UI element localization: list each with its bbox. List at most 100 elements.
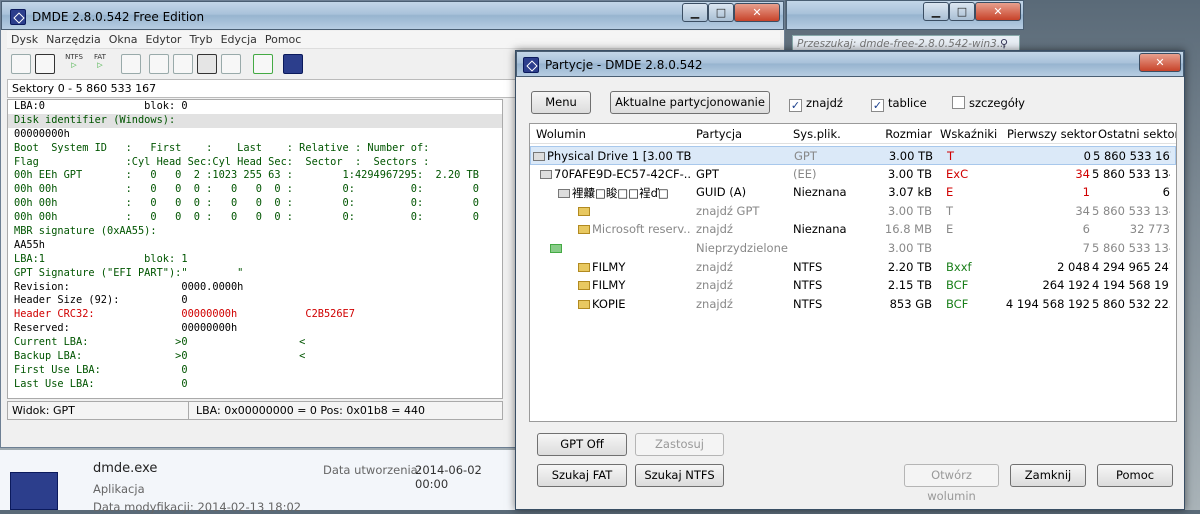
cell-filesystem: NTFS xyxy=(793,278,823,293)
hex-line: LBA:1 blok: 1 xyxy=(14,252,188,265)
background-title-bar[interactable]: ▁ □ ✕ xyxy=(786,0,1024,30)
current-partitioning-button[interactable]: Aktualne partycjonowanie xyxy=(610,91,770,114)
file-name: dmde.exe xyxy=(93,461,158,476)
hex-line: Header Size (92): 0 xyxy=(14,294,188,307)
hex-line: Flag :Cyl Head Sec:Cyl Head Sec: Sector … xyxy=(14,155,430,168)
table-row[interactable]: 裡齉□睃□□裎ď□ GUID (A) Nieznana 3.07 kB E 1 6 xyxy=(530,183,1176,202)
cell-first-sector: 4 194 568 192 xyxy=(1005,296,1090,311)
cell-flags: T xyxy=(947,149,955,163)
dmde-logo-icon[interactable] xyxy=(283,54,303,74)
open-volume-button[interactable]: Otwórz wolumin xyxy=(904,464,999,503)
menu-tools[interactable]: Narzędzia xyxy=(42,31,105,46)
cell-volume: FILMY xyxy=(578,278,690,292)
minimize-button[interactable]: ▁ xyxy=(923,2,949,21)
cell-flags: E xyxy=(946,222,954,237)
hex-view-icon[interactable] xyxy=(197,54,217,74)
minimize-button[interactable]: ▁ xyxy=(682,3,708,22)
image-view-icon[interactable] xyxy=(221,54,241,74)
help-button[interactable]: Pomoc xyxy=(1097,464,1173,487)
close-button[interactable]: ✕ xyxy=(734,3,780,22)
table-row[interactable]: FILMY znajdź NTFS 2.15 TB BCF 264 192 4 194 56… xyxy=(530,276,1176,295)
search-fat-button[interactable]: Szukaj FAT xyxy=(537,464,627,487)
ntfs-search-button[interactable]: NTFS ▷ xyxy=(63,53,85,69)
col-flags[interactable]: Wskaźniki xyxy=(940,127,997,141)
col-filesystem[interactable]: Sys.plik. xyxy=(793,127,841,141)
menu-edit[interactable]: Edycja xyxy=(217,31,261,46)
main-title-bar[interactable]: DMDE 2.8.0.542 Free Edition ▁ □ ✕ xyxy=(1,1,784,30)
play-icon: ▷ xyxy=(97,61,103,69)
cell-flags: ExC xyxy=(946,166,969,181)
created-label: Data utworzenia: xyxy=(323,463,422,477)
main-menubar: Dysk Narzędzia Okna Edytor Tryb Edycja Pomoc xyxy=(7,31,780,49)
cell-volume: FILMY xyxy=(578,260,690,274)
cell-last-sector: 5 860 533 134 xyxy=(1092,166,1170,181)
table-row[interactable]: znajdź GPT 3.00 TB T 34 5 860 533 134 xyxy=(530,202,1176,221)
cell-size: 3.00 TB xyxy=(887,203,932,218)
find-checkbox[interactable]: ✓ znajdź xyxy=(789,96,843,112)
hex-view-pane[interactable]: LBA:0 blok: 0 Disk identifier (Windows): 0… xyxy=(7,99,503,399)
disk-icon[interactable] xyxy=(11,54,31,74)
col-volume[interactable]: Wolumin xyxy=(536,127,586,141)
partitions-icon[interactable] xyxy=(35,54,55,74)
drive-icon xyxy=(533,152,545,161)
search-ntfs-button[interactable]: Szukaj NTFS xyxy=(635,464,724,487)
table-header: Wolumin Partycja Sys.plik. Rozmiar Wskaź… xyxy=(530,124,1176,144)
col-first-sector[interactable]: Pierwszy sektor xyxy=(1007,127,1097,141)
details-checkbox[interactable]: szczegóły xyxy=(952,96,1025,112)
partitions-table[interactable]: Wolumin Partycja Sys.plik. Rozmiar Wskaź… xyxy=(529,123,1177,422)
maximize-button[interactable]: □ xyxy=(708,3,734,22)
table-row[interactable]: Physical Drive 1 [3.00 TB ... GPT 3.00 TB T… xyxy=(530,146,1176,165)
close-dialog-button[interactable]: Zamknij xyxy=(1010,464,1086,487)
apply-button[interactable]: Zastosuj xyxy=(635,433,724,456)
maximize-button[interactable]: □ xyxy=(949,2,975,21)
details-view-icon[interactable] xyxy=(173,54,193,74)
col-last-sector[interactable]: Ostatni sektor xyxy=(1098,127,1176,141)
table-row[interactable]: KOPIE znajdź NTFS 853 GB BCF 4 194 568 192 5 8… xyxy=(530,295,1176,314)
fat-label: FAT xyxy=(94,53,106,61)
menu-disk[interactable]: Dysk xyxy=(7,31,42,46)
cell-first-sector: 6 xyxy=(1082,222,1090,237)
cell-size: 16.8 MB xyxy=(884,222,932,237)
hex-line: 00h 00h : 0 0 0 : 0 0 0 : 0: 0: 0 xyxy=(14,183,479,196)
document-icon[interactable] xyxy=(121,54,141,74)
table-row[interactable]: Nieprzydzielone 3.00 TB 7 5 860 533 134 xyxy=(530,239,1176,258)
partitions-dialog-title: Partycje - DMDE 2.8.0.542 xyxy=(545,58,703,72)
table-row[interactable]: 70FAFE9D-EC57-42CF-... GPT (EE) 3.00 TB ExC 3… xyxy=(530,165,1176,184)
file-type: Aplikacja xyxy=(93,482,145,496)
hex-line: 00h 00h : 0 0 0 : 0 0 0 : 0: 0: 0 xyxy=(14,197,479,210)
cell-volume: Physical Drive 1 [3.00 TB ... xyxy=(533,149,691,163)
cell-volume xyxy=(578,204,690,218)
cell-filesystem: NTFS xyxy=(793,296,823,311)
cell-flags: BCF xyxy=(946,278,969,293)
volume-folder-icon xyxy=(578,299,590,309)
col-partition[interactable]: Partycja xyxy=(696,127,742,141)
cell-last-sector: 5 860 532 223 xyxy=(1092,296,1170,311)
hex-line: First Use LBA: 0 xyxy=(14,363,188,376)
cell-last-sector: 5 860 533 167 xyxy=(1093,149,1171,163)
hex-line: Revision: 0000.0000h xyxy=(14,280,244,293)
list-view-icon[interactable] xyxy=(149,54,169,74)
fat-search-button[interactable]: FAT ▷ xyxy=(89,53,111,69)
menu-button[interactable]: Menu xyxy=(531,91,591,114)
menu-editor[interactable]: Edytor xyxy=(141,31,185,46)
dialog-close-button[interactable]: ✕ xyxy=(1139,53,1181,72)
table-row[interactable]: FILMY znajdź NTFS 2.20 TB Bxxf 2 048 4 294 965… xyxy=(530,258,1176,277)
menu-help[interactable]: Pomoc xyxy=(261,31,305,46)
table-row[interactable]: Microsoft reserv... znajdź Nieznana 16.8 MB… xyxy=(530,220,1176,239)
partitions-title-bar[interactable]: Partycje - DMDE 2.8.0.542 ✕ xyxy=(516,51,1184,77)
cell-last-sector: 4 194 568 191 xyxy=(1092,278,1170,293)
copy-sectors-icon[interactable] xyxy=(253,54,273,74)
menu-windows[interactable]: Okna xyxy=(105,31,142,46)
menu-mode[interactable]: Tryb xyxy=(185,31,216,46)
cell-partition: znajdź xyxy=(696,222,733,237)
gpt-off-button[interactable]: GPT Off xyxy=(537,433,627,456)
cell-size: 3.00 TB xyxy=(888,149,933,163)
col-size[interactable]: Rozmiar xyxy=(860,127,932,141)
tables-checkbox[interactable]: ✓ tablice xyxy=(871,96,927,112)
cell-volume: 裡齉□睃□□裎ď□ xyxy=(558,185,690,201)
search-icon[interactable]: ⚲ xyxy=(1000,37,1008,50)
close-button[interactable]: ✕ xyxy=(975,2,1021,21)
cell-size: 2.20 TB xyxy=(887,259,932,274)
cell-first-sector: 1 xyxy=(1082,185,1090,200)
modified-date: Data modyfikacji: 2014-02-13 18:02 xyxy=(93,500,302,514)
